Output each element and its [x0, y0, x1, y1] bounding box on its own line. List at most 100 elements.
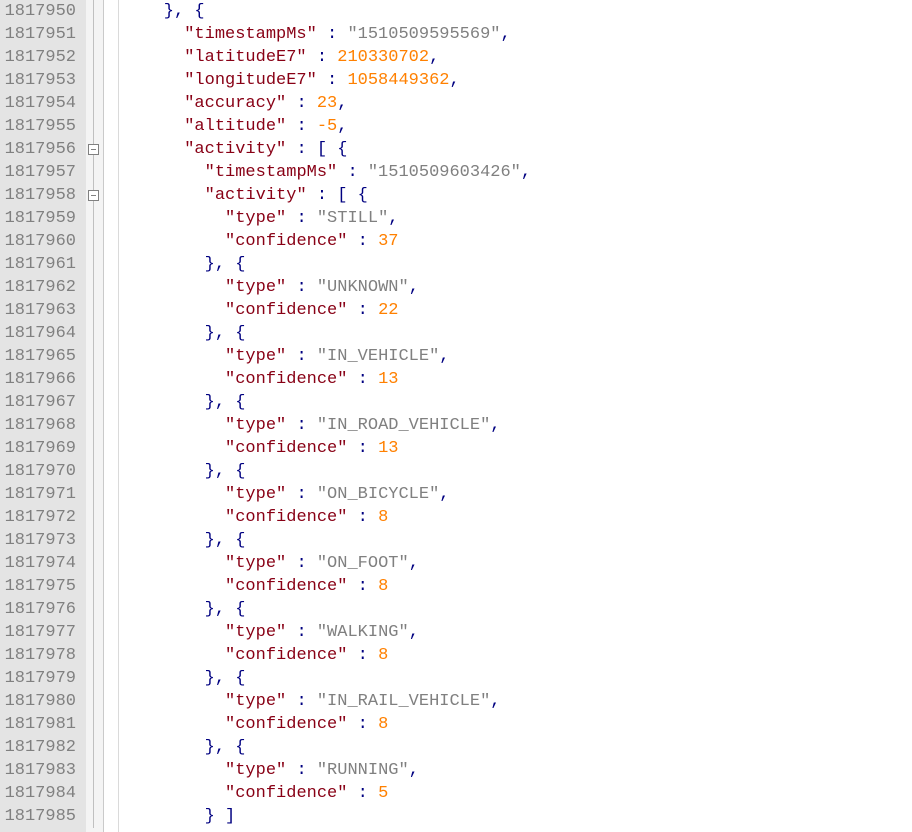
line-number-gutter: 1817950181795118179521817953181795418179…	[0, 0, 86, 832]
fold-cell	[86, 368, 103, 391]
punctuation: :	[286, 416, 317, 435]
json-key: "type"	[225, 485, 286, 504]
line-number: 1817975	[0, 575, 76, 598]
fold-cell	[86, 391, 103, 414]
fold-gutter[interactable]	[86, 0, 104, 832]
fold-toggle-icon[interactable]	[88, 144, 99, 155]
fold-cell	[86, 276, 103, 299]
punctuation: }, {	[205, 393, 246, 412]
fold-toggle-icon[interactable]	[88, 190, 99, 201]
json-number: 210330702	[337, 48, 429, 67]
fold-cell	[86, 0, 103, 23]
json-key: "confidence"	[225, 577, 347, 596]
punctuation: [ {	[317, 140, 348, 159]
margin-gutter	[104, 0, 119, 832]
line-number: 1817950	[0, 0, 76, 23]
code-area[interactable]: }, { "timestampMs" : "1510509595569", "l…	[119, 0, 912, 832]
code-line: }, {	[123, 322, 912, 345]
punctuation: :	[286, 761, 317, 780]
punctuation: :	[317, 71, 348, 90]
fold-cell	[86, 621, 103, 644]
json-key: "confidence"	[225, 439, 347, 458]
json-number: 13	[378, 370, 398, 389]
json-key: "type"	[225, 623, 286, 642]
line-number: 1817978	[0, 644, 76, 667]
json-key: "type"	[225, 416, 286, 435]
punctuation: ,	[337, 94, 347, 113]
code-line: "type" : "IN_RAIL_VEHICLE",	[123, 690, 912, 713]
fold-cell	[86, 460, 103, 483]
code-line: "confidence" : 8	[123, 506, 912, 529]
fold-cell	[86, 805, 103, 828]
line-number: 1817980	[0, 690, 76, 713]
json-number: 8	[378, 577, 388, 596]
code-line: "confidence" : 13	[123, 368, 912, 391]
fold-cell	[86, 644, 103, 667]
json-key: "accuracy"	[184, 94, 286, 113]
json-key: "type"	[225, 554, 286, 573]
punctuation: ,	[409, 278, 419, 297]
code-line: }, {	[123, 529, 912, 552]
line-number: 1817984	[0, 782, 76, 805]
line-number: 1817965	[0, 345, 76, 368]
fold-cell	[86, 506, 103, 529]
line-number: 1817954	[0, 92, 76, 115]
json-string: "UNKNOWN"	[317, 278, 409, 297]
fold-cell	[86, 46, 103, 69]
line-number: 1817953	[0, 69, 76, 92]
code-line: "type" : "ON_BICYCLE",	[123, 483, 912, 506]
punctuation: ,	[490, 416, 500, 435]
fold-cell	[86, 322, 103, 345]
line-number: 1817973	[0, 529, 76, 552]
punctuation: :	[286, 117, 317, 136]
json-number: 22	[378, 301, 398, 320]
json-string: "RUNNING"	[317, 761, 409, 780]
punctuation: :	[286, 140, 317, 159]
code-line: "type" : "IN_ROAD_VEHICLE",	[123, 414, 912, 437]
json-key: "type"	[225, 692, 286, 711]
code-line: "confidence" : 5	[123, 782, 912, 805]
punctuation: }, {	[205, 531, 246, 550]
line-number: 1817967	[0, 391, 76, 414]
fold-cell	[86, 207, 103, 230]
line-number: 1817951	[0, 23, 76, 46]
punctuation: :	[347, 232, 378, 251]
punctuation: ,	[500, 25, 510, 44]
code-line: "timestampMs" : "1510509603426",	[123, 161, 912, 184]
punctuation: ,	[449, 71, 459, 90]
punctuation: :	[286, 623, 317, 642]
fold-cell	[86, 69, 103, 92]
fold-cell	[86, 161, 103, 184]
punctuation: :	[286, 278, 317, 297]
json-key: "timestampMs"	[205, 163, 338, 182]
code-line: }, {	[123, 0, 912, 23]
punctuation: }, {	[205, 324, 246, 343]
line-number: 1817960	[0, 230, 76, 253]
json-number: 5	[378, 784, 388, 803]
fold-cell	[86, 253, 103, 276]
code-line: "activity" : [ {	[123, 138, 912, 161]
code-line: "type" : "UNKNOWN",	[123, 276, 912, 299]
punctuation: :	[347, 784, 378, 803]
json-key: "type"	[225, 347, 286, 366]
json-key: "type"	[225, 209, 286, 228]
json-key: "activity"	[205, 186, 307, 205]
line-number: 1817968	[0, 414, 76, 437]
json-string: "ON_BICYCLE"	[317, 485, 439, 504]
code-editor: 1817950181795118179521817953181795418179…	[0, 0, 912, 832]
json-number: 37	[378, 232, 398, 251]
json-key: "altitude"	[184, 117, 286, 136]
line-number: 1817957	[0, 161, 76, 184]
line-number: 1817985	[0, 805, 76, 828]
code-line: "confidence" : 13	[123, 437, 912, 460]
json-number: 23	[317, 94, 337, 113]
line-number: 1817956	[0, 138, 76, 161]
json-key: "type"	[225, 278, 286, 297]
json-number: 8	[378, 646, 388, 665]
fold-cell	[86, 23, 103, 46]
code-line: "type" : "RUNNING",	[123, 759, 912, 782]
json-key: "confidence"	[225, 301, 347, 320]
code-line: } ]	[123, 805, 912, 828]
code-line: "accuracy" : 23,	[123, 92, 912, 115]
punctuation: :	[347, 370, 378, 389]
